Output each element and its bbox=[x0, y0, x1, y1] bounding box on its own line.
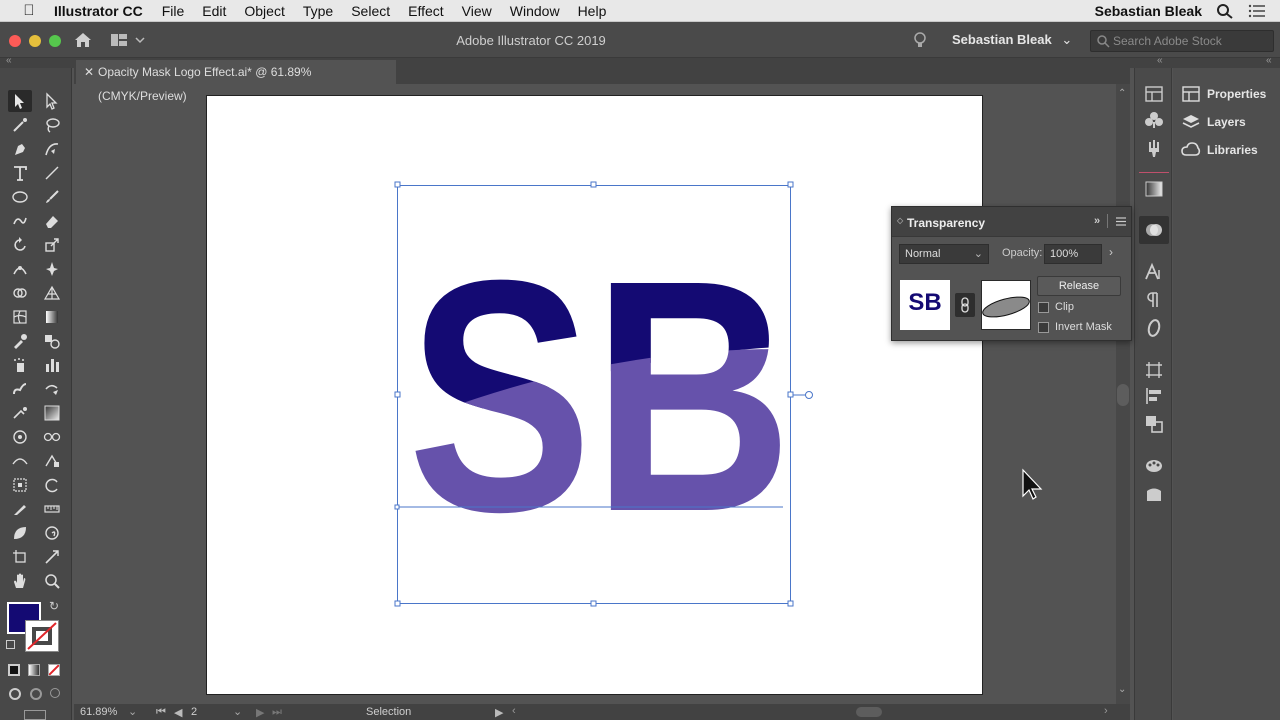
paragraph-icon[interactable] bbox=[1144, 290, 1164, 310]
status-bar: 61.89% ⌄ ⏮ ◀ 2 ⌄ ▶ ⏭ Selection ▶ ‹ › bbox=[74, 704, 1130, 720]
horizontal-scroll-thumb[interactable] bbox=[856, 707, 882, 717]
vertical-scroll-thumb[interactable] bbox=[1117, 384, 1129, 406]
release-button[interactable]: Release bbox=[1037, 276, 1121, 296]
properties-icon bbox=[1182, 86, 1200, 102]
link-icon bbox=[961, 297, 969, 313]
gradient-panel-tab[interactable] bbox=[1139, 172, 1169, 202]
symbols-icon[interactable] bbox=[1144, 110, 1164, 130]
first-artboard-icon[interactable]: ⏮ bbox=[156, 706, 166, 719]
docked-panels: Properties Layers Libraries bbox=[1173, 68, 1280, 720]
opacity-input[interactable]: 100% bbox=[1044, 244, 1102, 264]
color-guide-icon[interactable] bbox=[1144, 456, 1164, 476]
panel-icon-strip bbox=[1134, 68, 1172, 720]
previous-artboard-icon[interactable]: ◀ bbox=[174, 706, 182, 719]
layers-icon bbox=[1182, 115, 1200, 128]
mask-link-button[interactable] bbox=[955, 293, 975, 317]
panel-grip-icon: ◇ bbox=[897, 216, 904, 225]
header-divider bbox=[1107, 214, 1108, 228]
zoom-dropdown-icon[interactable]: ⌄ bbox=[128, 705, 137, 718]
notification-center-icon[interactable] bbox=[1248, 3, 1266, 19]
artboard-number[interactable]: 2 bbox=[191, 706, 197, 718]
artwork-thumbnail-text: SB bbox=[908, 289, 942, 316]
opacity-slider-arrow-icon[interactable]: › bbox=[1109, 245, 1113, 259]
properties-panel-tab[interactable]: Properties bbox=[1181, 83, 1266, 105]
character-icon[interactable] bbox=[1144, 262, 1164, 282]
scroll-left-icon[interactable]: ‹ bbox=[512, 705, 516, 717]
properties-label: Properties bbox=[1207, 87, 1267, 101]
gradient-panel-icon bbox=[1145, 181, 1163, 197]
opacity-label: Opacity: bbox=[1002, 247, 1043, 259]
spotlight-icon[interactable] bbox=[1216, 3, 1234, 19]
transparency-icon bbox=[1146, 224, 1162, 236]
transparency-panel-tab[interactable] bbox=[1139, 216, 1169, 244]
last-artboard-icon[interactable]: ⏭ bbox=[272, 706, 282, 719]
status-menu-icon[interactable]: ▶ bbox=[495, 706, 503, 719]
blend-mode-value: Normal bbox=[905, 248, 941, 260]
invert-mask-checkbox-row[interactable]: Invert Mask bbox=[1038, 319, 1112, 335]
artwork-thumbnail[interactable]: SB bbox=[900, 280, 950, 330]
brushes-icon[interactable] bbox=[1144, 138, 1164, 158]
canvas-artwork: SB SB bbox=[394, 181, 1043, 607]
libraries-panel-tab[interactable]: Libraries bbox=[1181, 139, 1258, 161]
collapse-panel-icon[interactable]: » bbox=[1094, 215, 1100, 227]
clip-checkbox[interactable] bbox=[1038, 301, 1049, 313]
align-icon[interactable] bbox=[1144, 386, 1164, 406]
mouse-cursor-icon bbox=[1022, 468, 1043, 500]
opentype-icon[interactable] bbox=[1144, 318, 1164, 338]
transform-icon[interactable] bbox=[1144, 360, 1164, 380]
panel-menu-icon[interactable] bbox=[1116, 217, 1126, 226]
properties-strip-icon[interactable] bbox=[1144, 84, 1164, 104]
transparency-panel-title: Transparency bbox=[907, 216, 986, 230]
creative-cloud-icon bbox=[1181, 142, 1201, 156]
chevron-down-icon: ⌄ bbox=[973, 248, 983, 260]
blend-mode-select[interactable]: Normal ⌄ bbox=[899, 244, 989, 264]
transparency-panel: ◇ Transparency » Normal ⌄ Opacity: 100% … bbox=[891, 206, 1132, 341]
invert-mask-label: Invert Mask bbox=[1055, 321, 1112, 333]
layers-label: Layers bbox=[1207, 115, 1246, 129]
zoom-level[interactable]: 61.89% bbox=[80, 706, 117, 718]
scroll-down-icon[interactable]: ⌄ bbox=[1118, 684, 1126, 695]
invert-mask-checkbox[interactable] bbox=[1038, 321, 1049, 333]
appearance-icon[interactable] bbox=[1144, 484, 1164, 504]
next-artboard-icon[interactable]: ▶ bbox=[256, 706, 264, 719]
current-tool-label: Selection bbox=[366, 706, 412, 718]
opacity-value: 100% bbox=[1050, 248, 1079, 260]
mask-ellipse-icon bbox=[982, 296, 1030, 318]
layers-panel-tab[interactable]: Layers bbox=[1181, 111, 1246, 133]
clip-checkbox-row[interactable]: Clip bbox=[1038, 299, 1074, 315]
collapse-right-icon[interactable]: « bbox=[1266, 55, 1272, 66]
vertical-scrollbar[interactable]: ⌃ ⌄ bbox=[1116, 84, 1130, 704]
artboard-dropdown-icon[interactable]: ⌄ bbox=[233, 705, 242, 718]
mask-thumbnail[interactable] bbox=[981, 280, 1031, 330]
pathfinder-icon[interactable] bbox=[1144, 414, 1164, 434]
libraries-label: Libraries bbox=[1207, 143, 1258, 157]
scroll-up-icon[interactable]: ⌃ bbox=[1118, 88, 1126, 99]
transparency-panel-header[interactable]: ◇ Transparency » bbox=[892, 207, 1131, 237]
clip-label: Clip bbox=[1055, 301, 1074, 313]
collapse-strip-icon[interactable]: « bbox=[1157, 55, 1163, 66]
scroll-right-icon[interactable]: › bbox=[1104, 705, 1108, 717]
